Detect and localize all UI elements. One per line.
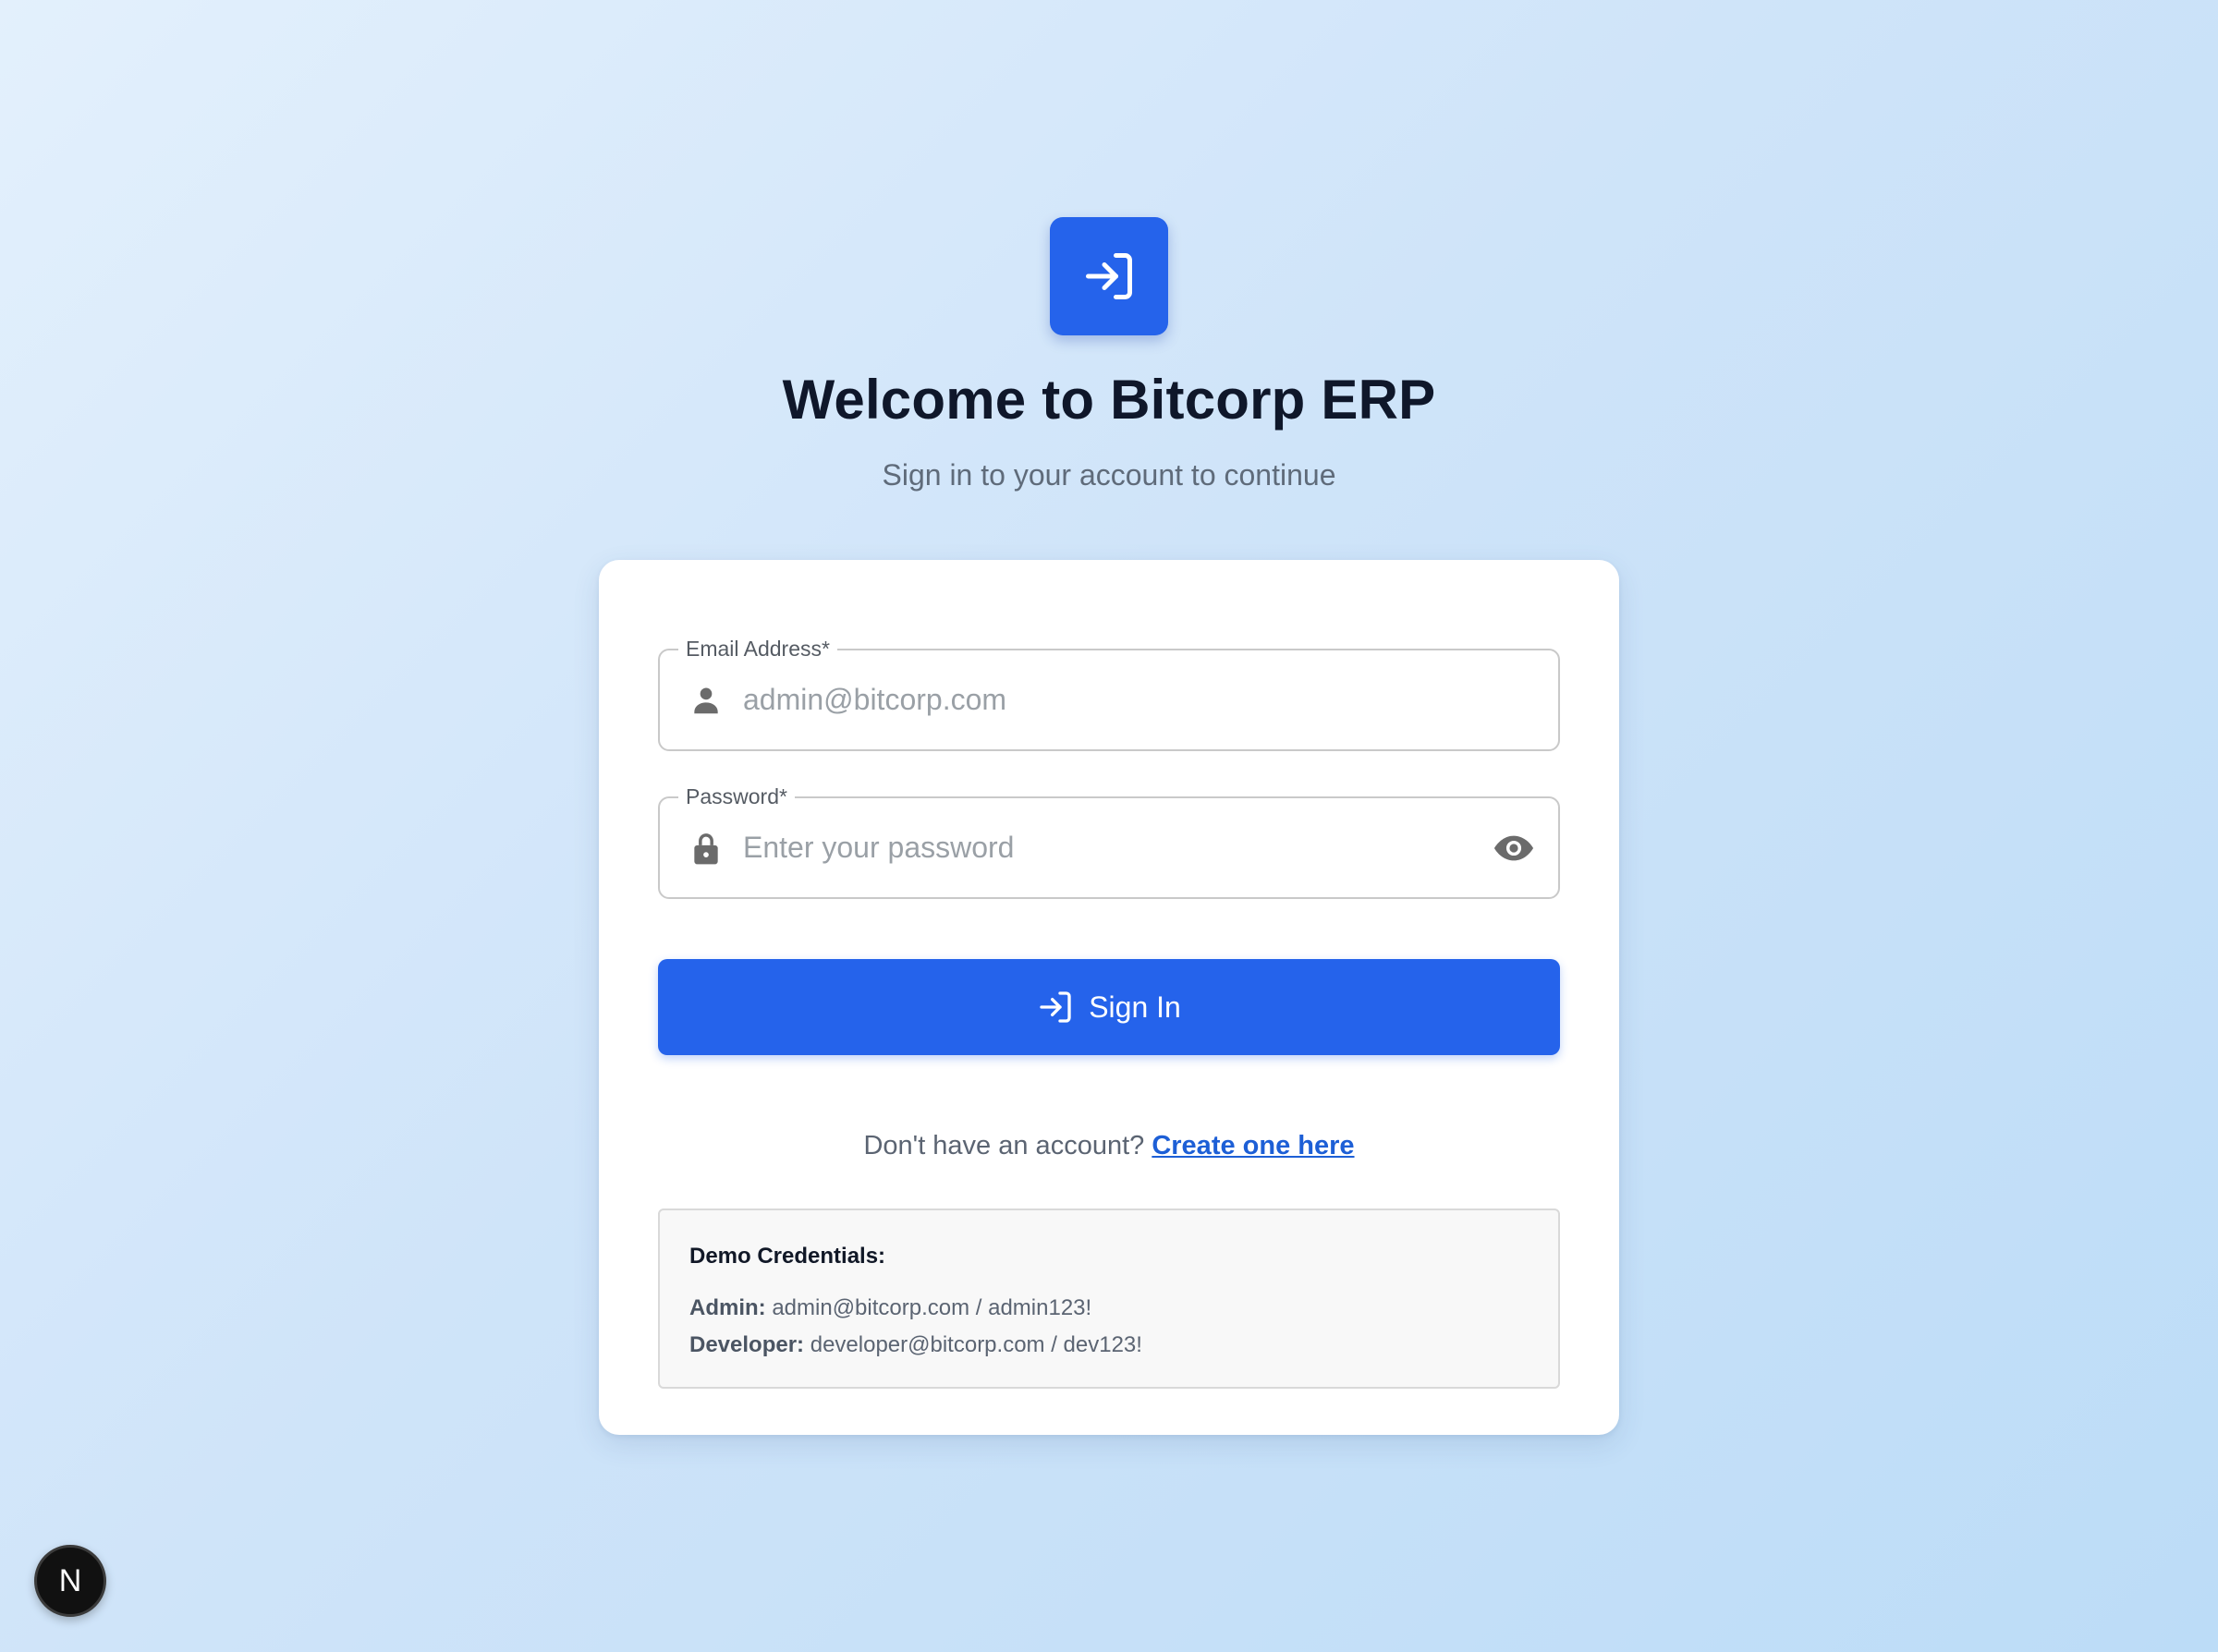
- sign-in-button[interactable]: Sign In: [658, 959, 1560, 1055]
- demo-credentials-title: Demo Credentials:: [689, 1244, 886, 1269]
- show-password-toggle[interactable]: [1492, 828, 1536, 869]
- email-field[interactable]: Email Address*: [658, 635, 1560, 751]
- sign-in-label: Sign In: [1089, 990, 1181, 1024]
- demo-credential-value: developer@bitcorp.com / dev123!: [810, 1332, 1142, 1357]
- password-input[interactable]: [743, 798, 1501, 897]
- dev-tools-letter: N: [58, 1562, 82, 1598]
- login-card: Email Address* Password*: [599, 560, 1619, 1435]
- demo-credential-value: admin@bitcorp.com / admin123!: [772, 1295, 1092, 1320]
- demo-role-label: Admin:: [689, 1295, 766, 1320]
- register-prompt: Don't have an account? Create one here: [599, 1131, 1619, 1161]
- email-input[interactable]: [743, 650, 1501, 749]
- app-logo: [1050, 217, 1168, 335]
- login-icon: [1040, 991, 1071, 1023]
- page-title: Welcome to Bitcorp ERP: [782, 369, 1436, 431]
- dev-tools-badge[interactable]: N: [34, 1545, 106, 1617]
- person-icon: [688, 682, 725, 719]
- password-field[interactable]: Password*: [658, 783, 1560, 899]
- demo-role-label: Developer:: [689, 1332, 805, 1357]
- demo-credential-developer: Developer: developer@bitcorp.com / dev12…: [689, 1327, 1529, 1364]
- create-account-link[interactable]: Create one here: [1152, 1131, 1354, 1160]
- page-subtitle: Sign in to your account to continue: [882, 458, 1336, 492]
- demo-credentials-box: Demo Credentials: Admin: admin@bitcorp.c…: [658, 1209, 1560, 1389]
- register-prompt-text: Don't have an account?: [863, 1131, 1145, 1160]
- eye-icon: [1493, 835, 1534, 861]
- demo-credential-admin: Admin: admin@bitcorp.com / admin123!: [689, 1290, 1529, 1327]
- lock-icon: [688, 830, 725, 867]
- login-icon: [1086, 253, 1132, 299]
